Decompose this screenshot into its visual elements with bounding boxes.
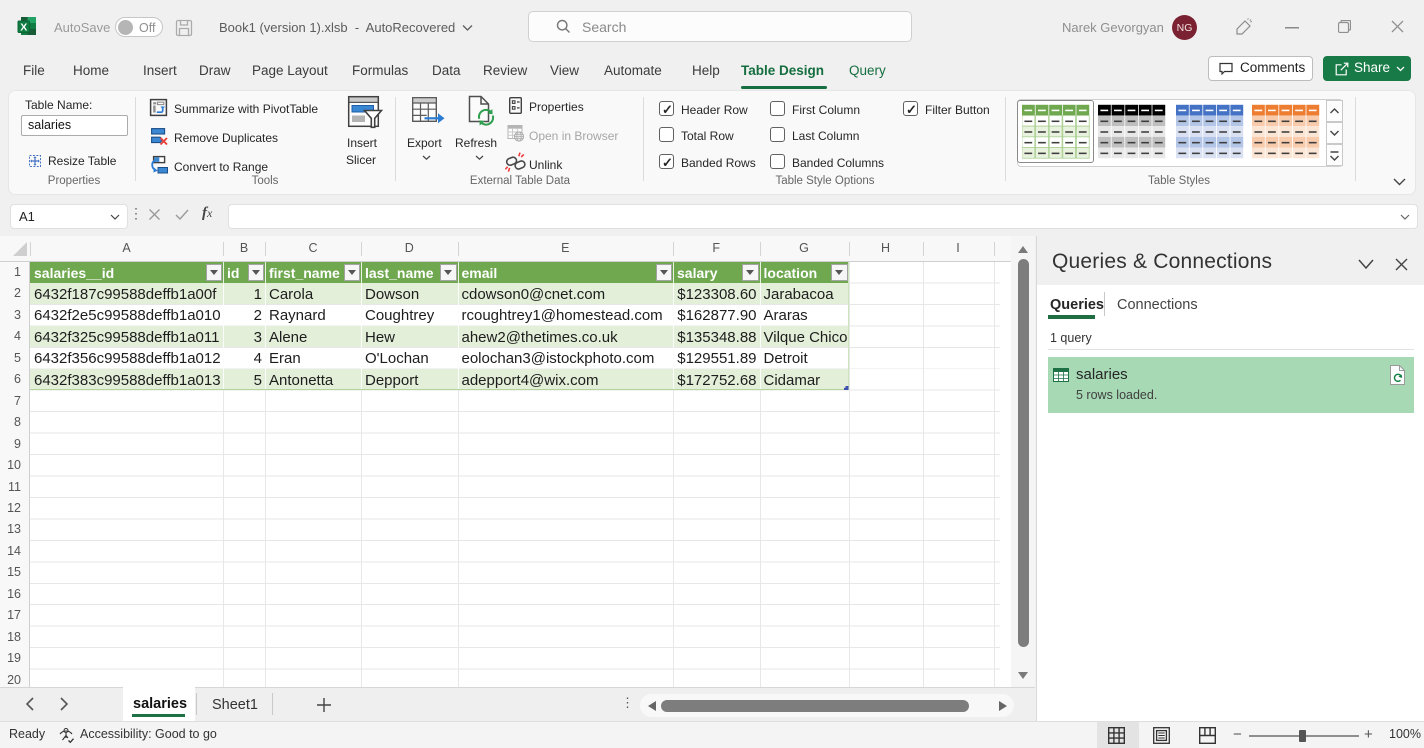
svg-text:X: X	[20, 22, 27, 34]
